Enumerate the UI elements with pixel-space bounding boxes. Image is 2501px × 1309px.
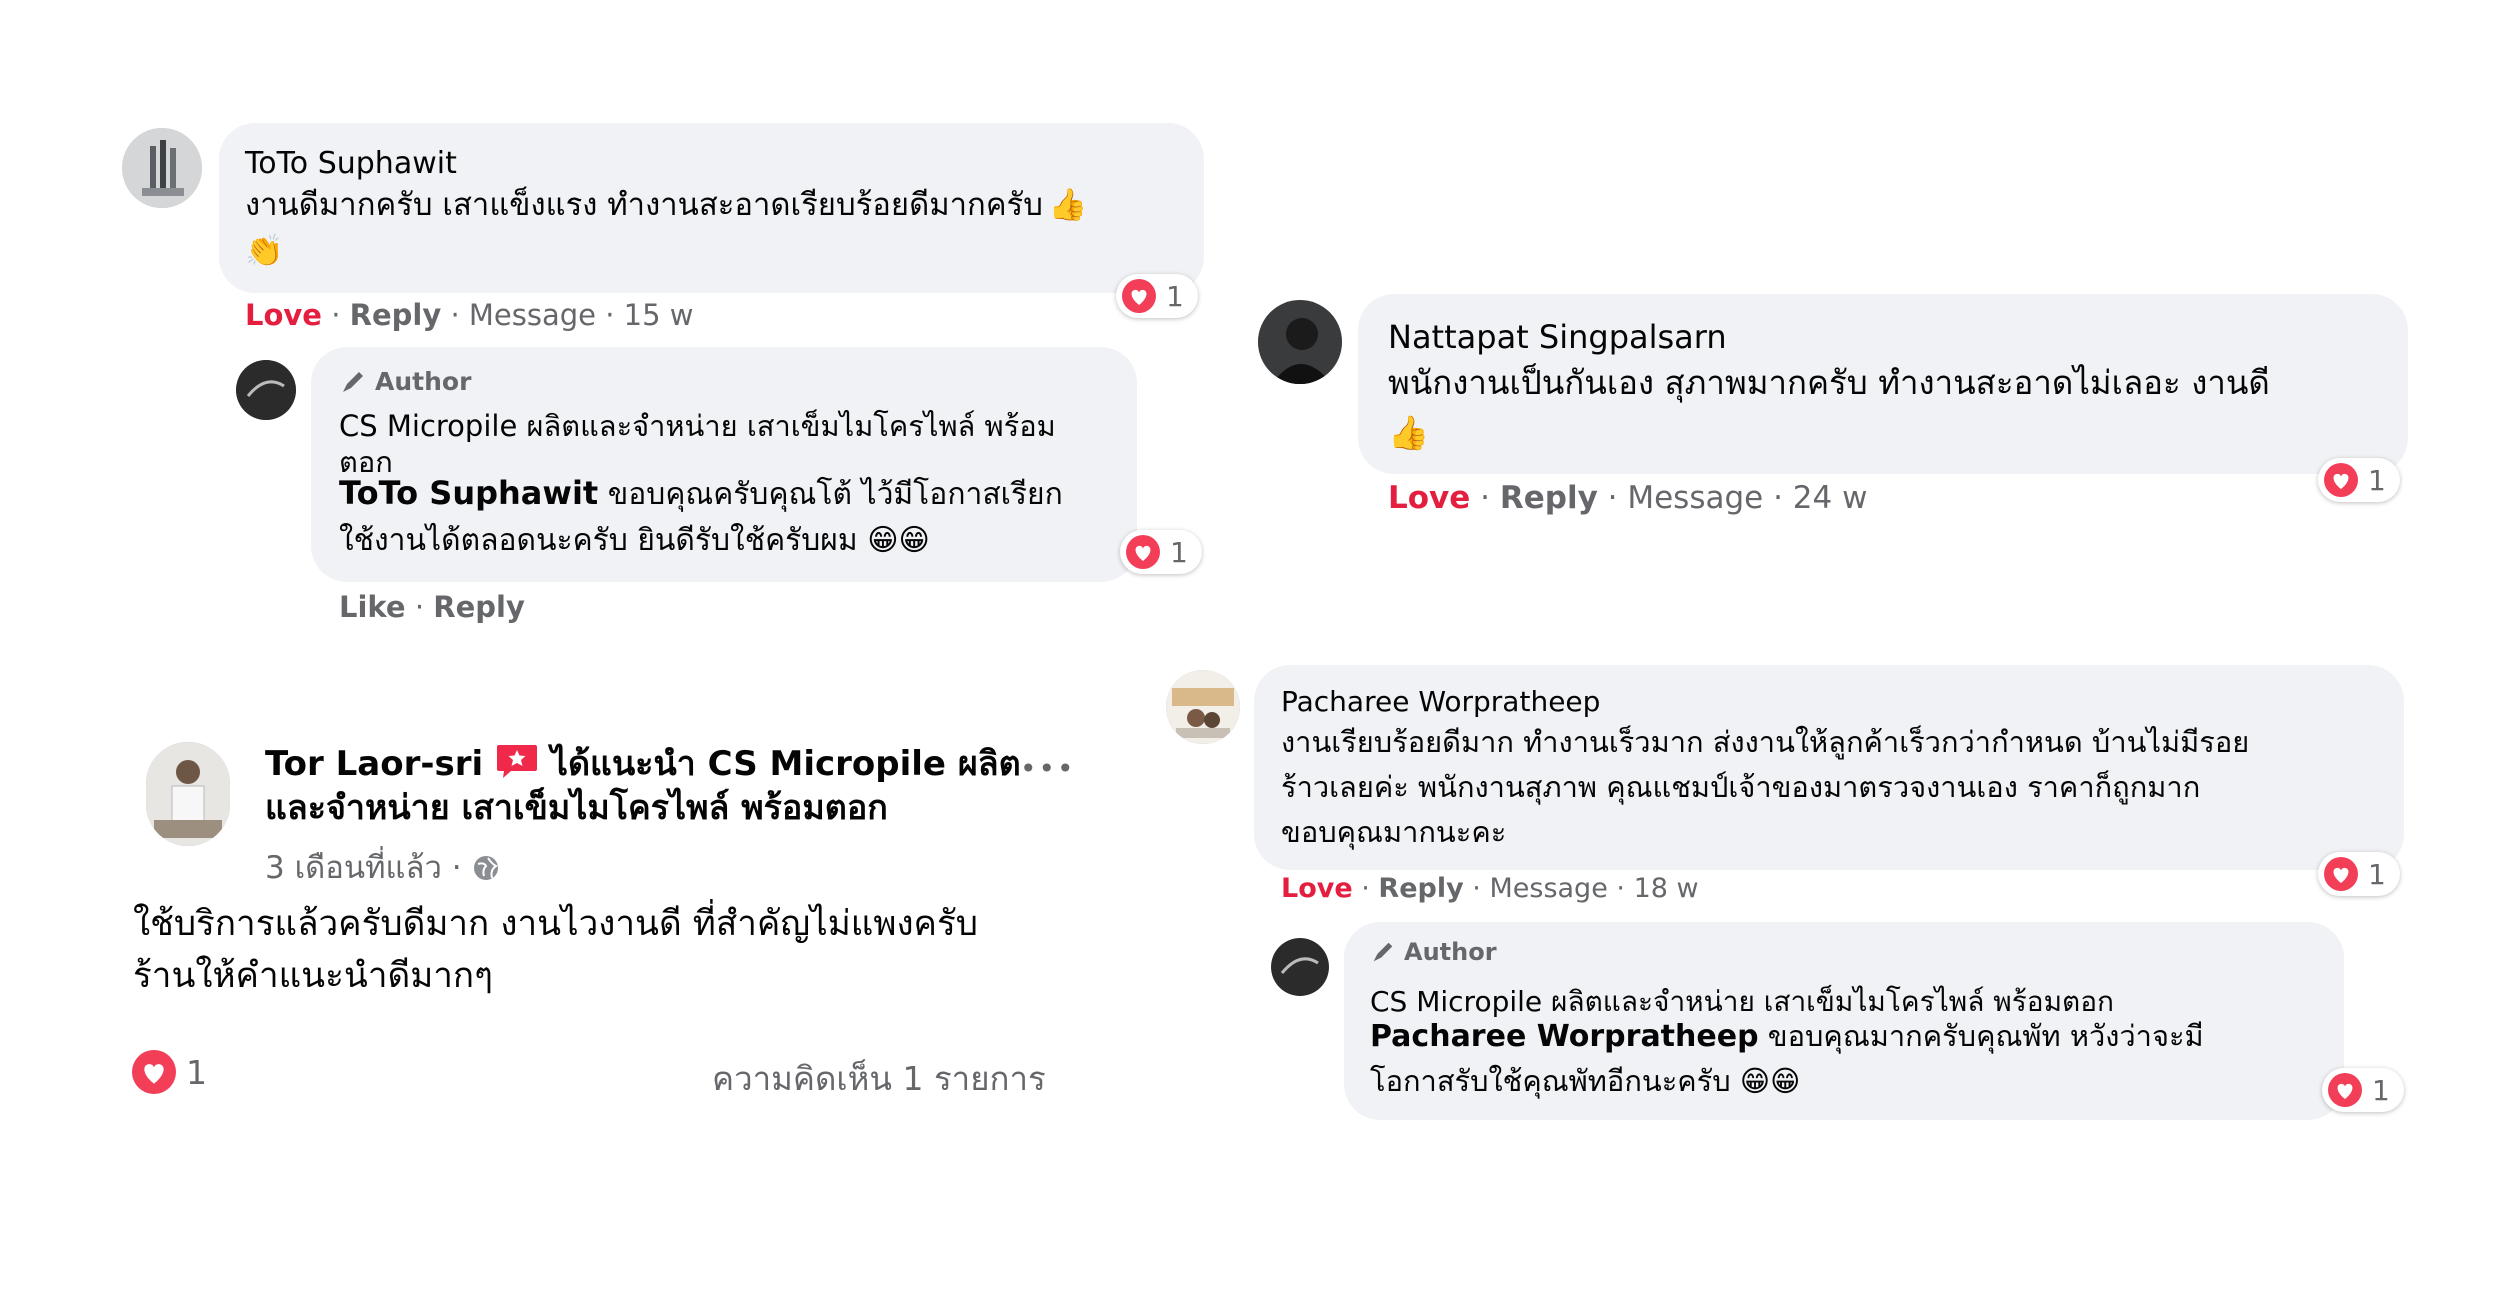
reaction-badge[interactable]: 1 [2318,458,2400,502]
comment-actions: Love · Reply · Message · 24 w [1388,480,1868,516]
comment-text-line: พนักงานเป็นกันเอง สุภาพมากครับ ทำงานสะอา… [1388,363,2270,402]
post-avatar[interactable] [146,742,230,846]
reaction-badge[interactable]: 1 [2322,1068,2404,1112]
heart-icon [2324,463,2358,497]
comment-author[interactable]: Pacharee Worpratheep [1281,685,1600,718]
post-time: 3 เดือนที่แล้ว · [265,842,500,892]
heart-icon [2328,1073,2362,1107]
grin-icon: 😁😁 [867,523,930,558]
love-action[interactable]: Love [1388,480,1470,516]
comment-text-line: ขอบคุณมากนะคะ [1281,815,1507,849]
post-comments-count[interactable]: ความคิดเห็น 1 รายการ [712,1052,1046,1105]
avatar-image [1258,300,1342,384]
pen-icon [343,371,363,392]
reply-text-line: ขอบคุณครับคุณโต้ ไว้มีโอกาสเรียก [607,477,1063,512]
reply-action[interactable]: Reply [1378,873,1463,904]
comment-actions: Love · Reply · Message · 18 w [1281,873,1699,904]
thumbs-up-icon: 👍 [1048,187,1088,223]
recommend-text-line2[interactable]: และจำหน่าย เสาเข็มไมโครไพล์ พร้อมตอก [265,788,888,828]
post-author[interactable]: Tor Laor-sri [265,744,483,784]
pen-icon [1373,942,1393,962]
reply-text-line: โอกาสรับใช้คุณพัทอีกนะครับ [1370,1064,1731,1098]
cs-micropile-logo [1271,938,1329,996]
avatar-image [146,742,230,846]
message-action[interactable]: Message [1489,873,1607,904]
reply-text-line: ใช้งานได้ตลอดนะครับ ยินดีรับใช้ครับผม [339,523,858,558]
reaction-count: 1 [2368,463,2386,497]
thumbs-up-icon: 👍 [1388,413,1430,452]
author-badge: Author [1370,938,1497,966]
reply-action[interactable]: Reply [433,590,525,624]
reply-text: Pacharee Worpratheep ขอบคุณมากครับคุณพัท… [1370,1014,2330,1104]
recommend-icon [497,745,537,778]
reaction-badge[interactable]: 1 [1116,274,1198,318]
post-body-line: ร้านให้คำแนะนำดีมากๆ [133,956,493,996]
post-time-text[interactable]: 3 เดือนที่แล้ว · [265,850,462,886]
post-reaction-count: 1 [186,1052,207,1092]
comment-time[interactable]: 24 w [1793,480,1868,516]
author-badge: Author [339,367,471,396]
globe-icon [473,856,498,880]
avatar[interactable] [1258,300,1342,384]
mention-link[interactable]: Pacharee Worpratheep [1370,1019,1759,1054]
message-action[interactable]: Message [1627,480,1763,516]
comment-time[interactable]: 18 w [1634,873,1699,904]
reaction-count: 1 [1166,279,1184,313]
comment-text-line: งานดีมากครับ เสาแข็งแรง ทำงานสะอาดเรียบร… [245,187,1043,223]
comment-text-line: งานเรียบร้อยดีมาก ทำงานเร็วมาก ส่งงานให้… [1281,725,2250,759]
author-badge-label: Author [375,367,472,396]
reaction-badge[interactable]: 1 [2318,852,2400,896]
post-reactions[interactable]: 1 [132,1050,207,1094]
like-action[interactable]: Like [339,590,406,624]
comment-author[interactable]: Nattapat Singpalsarn [1388,318,1727,356]
clap-icon: 👏 [245,233,284,269]
mention-link[interactable]: ToTo Suphawit [339,474,598,512]
reaction-count: 1 [2372,1073,2390,1107]
heart-icon [2324,857,2358,891]
heart-icon [1126,535,1160,569]
avatar-image [122,128,202,208]
reply-text: ToTo Suphawit ขอบคุณครับคุณโต้ ไว้มีโอกา… [339,470,1119,564]
post-body: ใช้บริการแล้วครับดีมาก งานไวงานดี ที่สำค… [133,898,1073,1002]
grin-icon: 😁😁 [1739,1064,1801,1098]
message-action[interactable]: Message [469,298,596,332]
avatar[interactable] [1166,670,1240,744]
post-more-button[interactable]: ••• [1020,752,1076,785]
recommend-text[interactable]: ได้แนะนำ CS Micropile ผลิต [551,744,1021,784]
reply-avatar[interactable] [236,360,296,420]
love-action[interactable]: Love [1281,873,1353,904]
comment-actions: Love · Reply · Message · 15 w [245,298,694,332]
cs-micropile-logo [236,360,296,420]
reaction-badge[interactable]: 1 [1120,530,1202,574]
comment-time[interactable]: 15 w [624,298,694,332]
reply-text-line: ขอบคุณมากครับคุณพัท หวังว่าจะมี [1767,1019,2204,1053]
avatar[interactable] [122,128,202,208]
reply-actions: Like · Reply [339,590,525,624]
comment-text: งานเรียบร้อยดีมาก ทำงานเร็วมาก ส่งงานให้… [1281,720,2391,855]
heart-icon [132,1050,176,1094]
heart-icon [1122,279,1156,313]
comment-text: งานดีมากครับ เสาแข็งแรง ทำงานสะอาดเรียบร… [245,182,1185,274]
reply-avatar[interactable] [1271,938,1329,996]
comment-author[interactable]: ToTo Suphawit [245,146,457,181]
author-badge-label: Author [1404,938,1497,966]
reaction-count: 1 [1170,535,1188,569]
post-header: Tor Laor-sri ได้แนะนำ CS Micropile ผลิต … [265,742,1025,830]
reply-action[interactable]: Reply [1500,480,1598,516]
comment-text-line: ร้าวเลยค่ะ พนักงานสุภาพ คุณแชมป์เจ้าของม… [1281,770,2201,804]
reaction-count: 1 [2368,857,2386,891]
comment-text: พนักงานเป็นกันเอง สุภาพมากครับ ทำงานสะอา… [1388,358,2388,458]
love-action[interactable]: Love [245,298,322,332]
post-body-line: ใช้บริการแล้วครับดีมาก งานไวงานดี ที่สำค… [133,904,978,944]
reply-action[interactable]: Reply [350,298,442,332]
avatar-image [1166,670,1240,744]
